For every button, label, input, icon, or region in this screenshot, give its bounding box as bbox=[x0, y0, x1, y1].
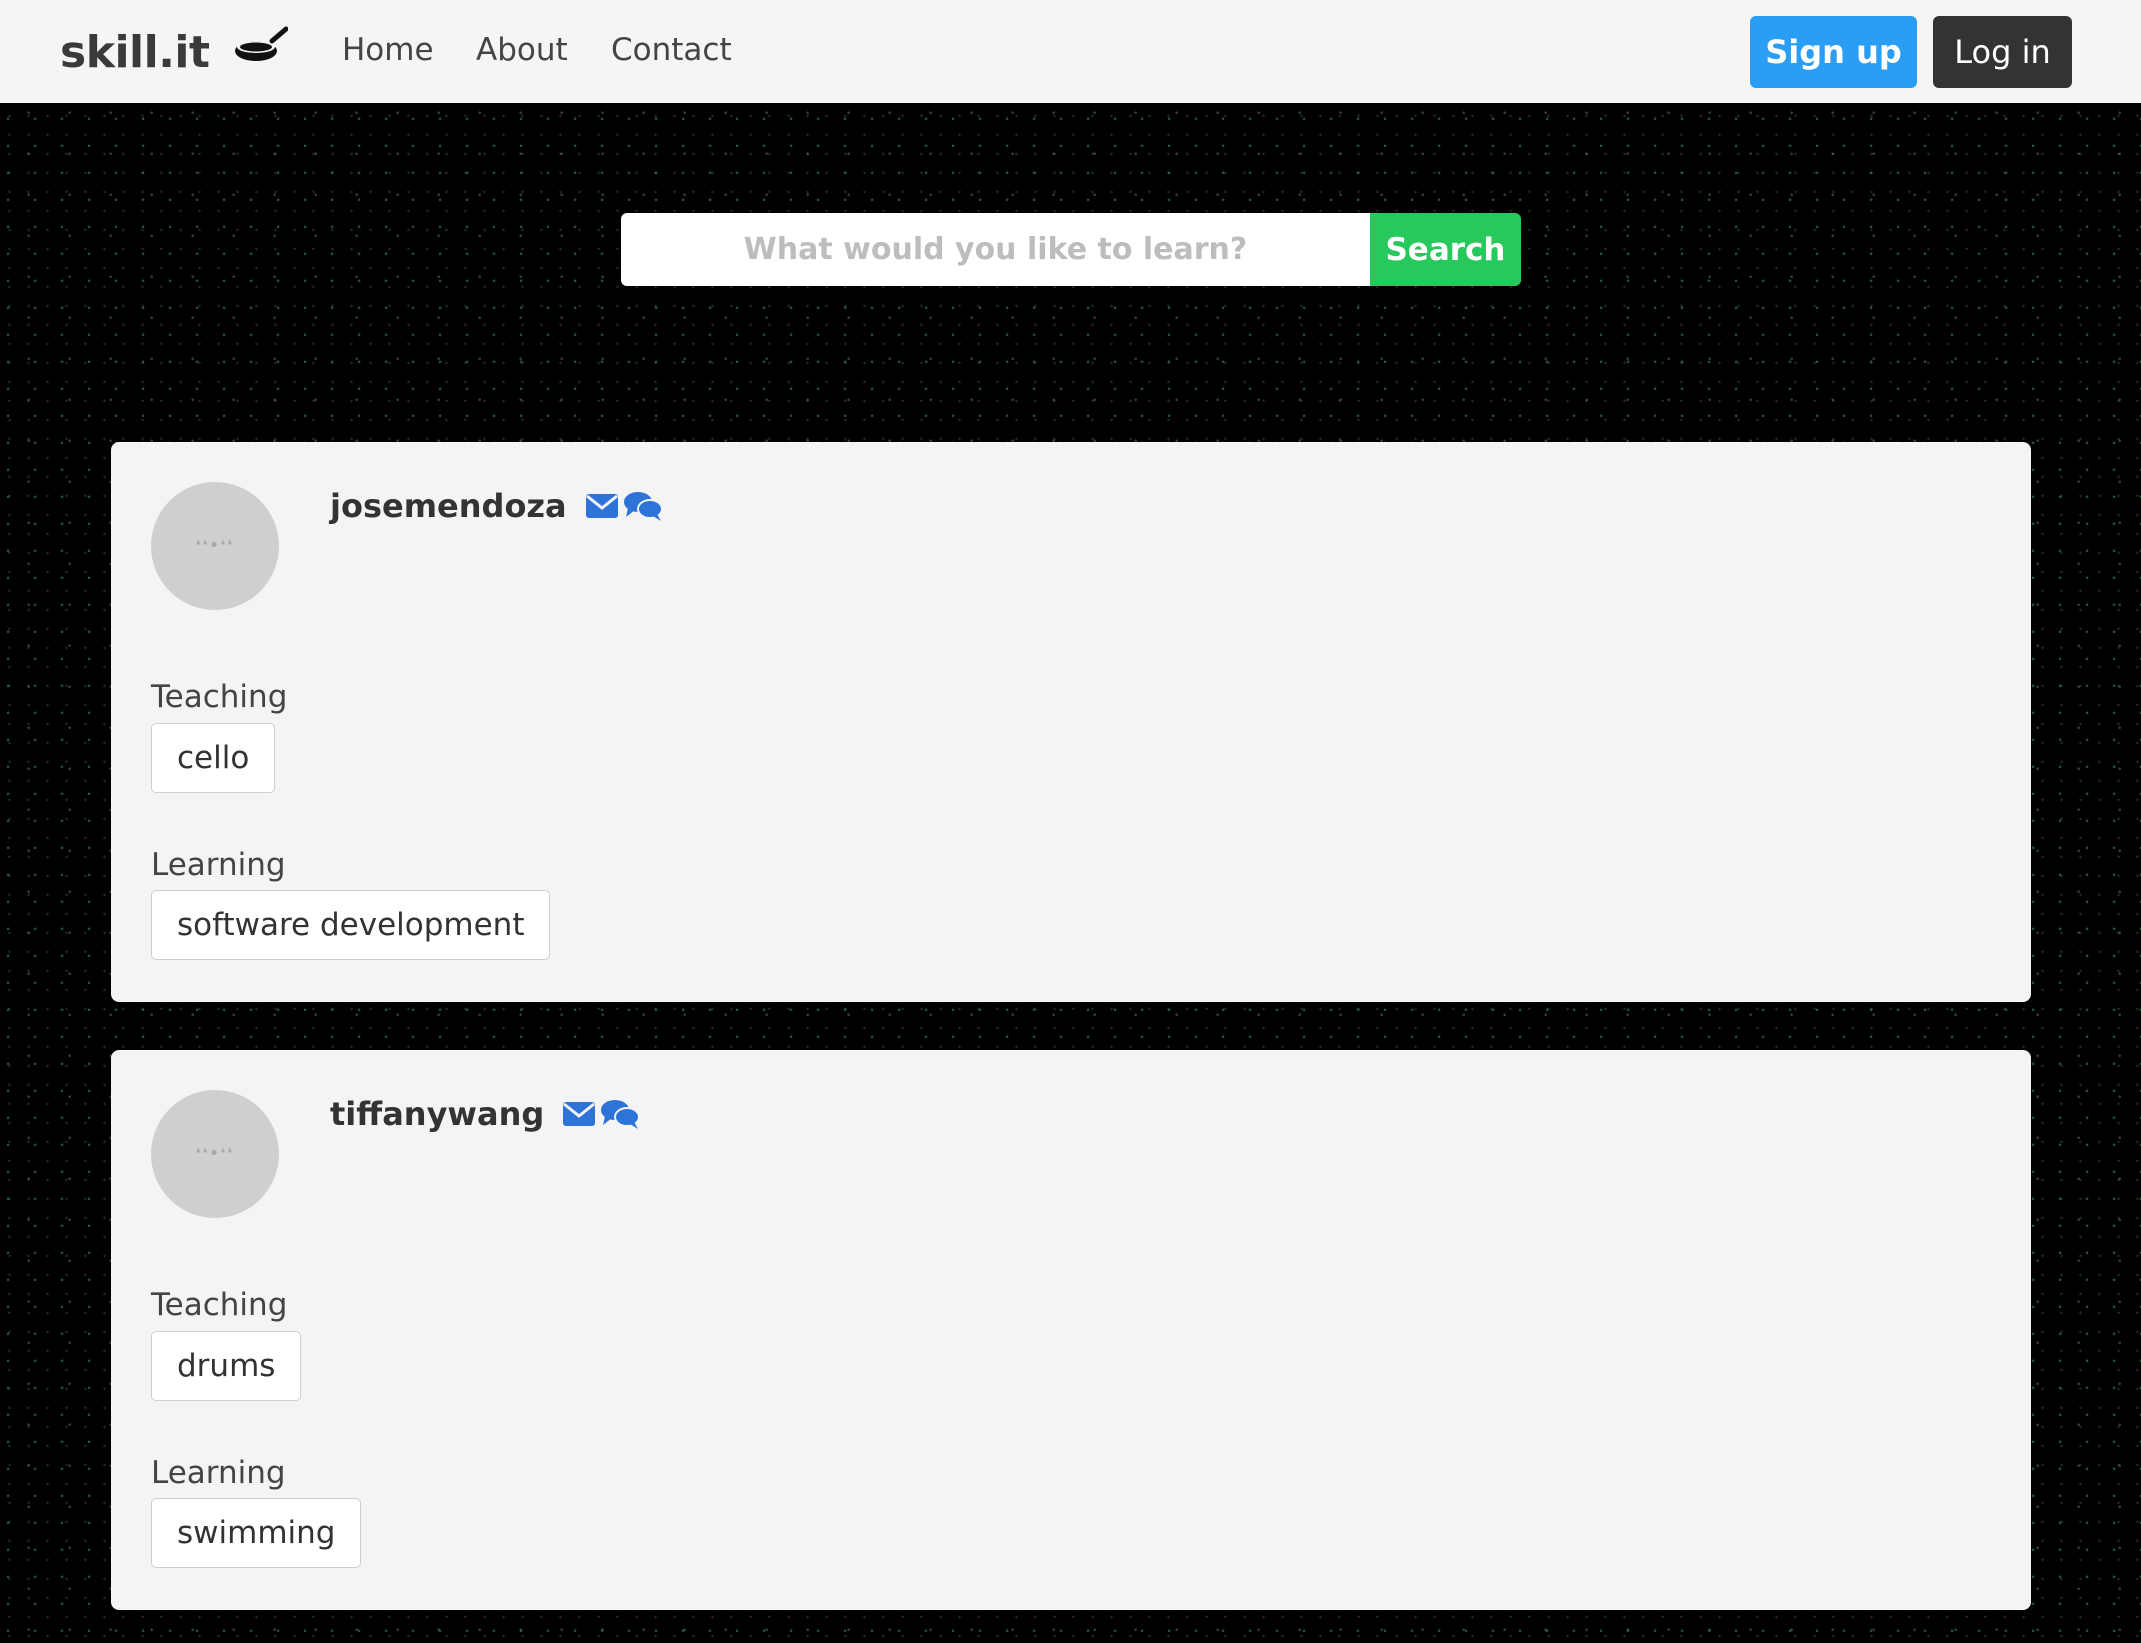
learning-label: Learning bbox=[151, 1455, 286, 1491]
username-text[interactable]: tiffanywang bbox=[330, 1095, 544, 1133]
nav-link-about[interactable]: About bbox=[476, 32, 568, 68]
brand-logo[interactable]: skill.it bbox=[60, 26, 289, 79]
skill-tag-learning[interactable]: software development bbox=[151, 890, 551, 960]
avatar-placeholder-icon: ❛❛•❛❛ bbox=[195, 538, 235, 554]
brand-name: skill.it bbox=[60, 27, 210, 78]
skill-tag-teaching[interactable]: drums bbox=[151, 1331, 302, 1401]
user-card: ❛❛•❛❛ tiffanywang Teaching drums Learnin… bbox=[111, 1050, 2031, 1610]
user-name: josemendoza bbox=[330, 487, 663, 525]
envelope-icon[interactable] bbox=[585, 493, 619, 519]
teaching-label: Teaching bbox=[151, 1287, 288, 1323]
contact-icons bbox=[562, 1098, 641, 1130]
avatar[interactable]: ❛❛•❛❛ bbox=[151, 1090, 279, 1218]
search-input[interactable] bbox=[621, 213, 1370, 286]
contact-icons bbox=[585, 490, 663, 522]
search-button[interactable]: Search bbox=[1370, 213, 1521, 286]
nav-link-home[interactable]: Home bbox=[342, 32, 434, 68]
chat-bubbles-icon[interactable] bbox=[623, 490, 663, 522]
search-bar: Search bbox=[621, 213, 1521, 286]
avatar-placeholder-icon: ❛❛•❛❛ bbox=[195, 1146, 235, 1162]
skill-tag-teaching[interactable]: cello bbox=[151, 723, 276, 793]
navbar: skill.it Home About Contact Sign up Log … bbox=[0, 0, 2141, 103]
user-name: tiffanywang bbox=[330, 1095, 641, 1133]
signup-button[interactable]: Sign up bbox=[1750, 16, 1917, 88]
user-card: ❛❛•❛❛ josemendoza Teaching cello Learnin… bbox=[111, 442, 2031, 1002]
nav-link-contact[interactable]: Contact bbox=[611, 32, 732, 68]
login-button[interactable]: Log in bbox=[1933, 16, 2072, 88]
chat-bubbles-icon[interactable] bbox=[600, 1098, 641, 1130]
frying-pan-icon bbox=[234, 26, 289, 79]
avatar[interactable]: ❛❛•❛❛ bbox=[151, 482, 279, 610]
skill-tag-learning[interactable]: swimming bbox=[151, 1498, 362, 1568]
envelope-icon[interactable] bbox=[562, 1101, 596, 1127]
teaching-label: Teaching bbox=[151, 679, 288, 715]
username-text[interactable]: josemendoza bbox=[330, 487, 567, 525]
learning-label: Learning bbox=[151, 847, 286, 883]
